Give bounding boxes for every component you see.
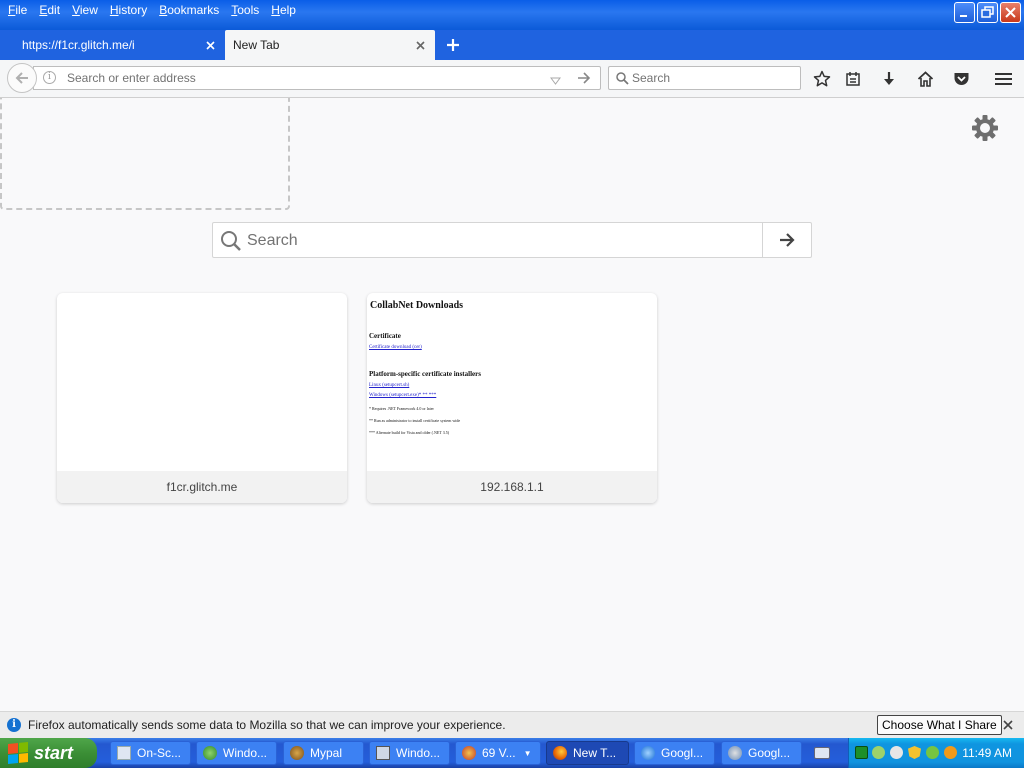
menu-help[interactable]: Help xyxy=(265,2,302,18)
taskbar-clock[interactable]: 11:49 AM xyxy=(962,746,1012,760)
menu-bookmarks[interactable]: Bookmarks xyxy=(153,2,225,18)
thumb-note: ** Run as administrator to install certi… xyxy=(369,418,461,423)
navigation-toolbar: i xyxy=(0,60,1024,98)
taskbar-item-onscreen-keyboard[interactable]: On-Sc... xyxy=(110,741,191,765)
search-icon xyxy=(616,72,629,88)
menu-view[interactable]: View xyxy=(66,2,104,18)
newtab-search-submit-button[interactable] xyxy=(762,223,811,257)
customize-gear-icon[interactable] xyxy=(970,113,1000,143)
taskbar-item-windows-2[interactable]: Windo... xyxy=(369,741,450,765)
restore-button[interactable] xyxy=(977,2,998,23)
tab-new-tab[interactable]: New Tab xyxy=(225,30,435,60)
tray-search-icon[interactable] xyxy=(944,746,957,759)
start-button[interactable]: start xyxy=(0,738,97,768)
choose-what-i-share-button[interactable]: Choose What I Share xyxy=(877,715,1002,735)
close-icon xyxy=(1005,7,1016,18)
home-icon[interactable] xyxy=(915,69,935,89)
minimize-button[interactable] xyxy=(954,2,975,23)
menu-edit[interactable]: Edit xyxy=(33,2,66,18)
tray-network-icon[interactable] xyxy=(872,746,885,759)
start-label: start xyxy=(34,742,74,763)
notification-message: Firefox automatically sends some data to… xyxy=(28,718,506,732)
thumb-note: * Requires .NET Framework 4.0 or later xyxy=(369,406,434,411)
notification-close-icon[interactable] xyxy=(1003,718,1013,733)
thumb-title: CollabNet Downloads xyxy=(370,300,464,311)
shield-icon[interactable] xyxy=(908,746,921,759)
tab-close-icon[interactable] xyxy=(413,38,427,52)
go-arrow-icon[interactable] xyxy=(577,71,591,88)
info-icon: i xyxy=(7,718,21,732)
system-tray: 11:49 AM xyxy=(848,738,1024,768)
taskbar-item-firefox-newtab[interactable]: New T... xyxy=(546,741,629,765)
tab-label: New Tab xyxy=(233,38,280,52)
search-bar[interactable] xyxy=(608,66,801,90)
menu-file[interactable]: File xyxy=(2,2,33,18)
newtab-search-input[interactable] xyxy=(247,231,747,251)
minimize-icon xyxy=(960,15,967,17)
pocket-icon[interactable] xyxy=(951,69,971,89)
chevron-down-icon: ▼ xyxy=(523,748,532,758)
newtab-search-box[interactable] xyxy=(212,222,812,258)
taskbar-item-mypal[interactable]: Mypal xyxy=(283,741,364,765)
tile-caption: f1cr.glitch.me xyxy=(57,471,347,503)
firefox-icon xyxy=(553,746,567,760)
browser-icon xyxy=(728,746,742,760)
thumb-heading: Certificate xyxy=(369,332,401,340)
taskbar-item-windows-1[interactable]: Windo... xyxy=(196,741,277,765)
plus-icon xyxy=(447,39,459,51)
restore-icon xyxy=(981,6,994,18)
top-site-tile-router[interactable]: CollabNet Downloads Certificate Certific… xyxy=(367,293,657,503)
hamburger-menu-icon[interactable] xyxy=(993,69,1013,89)
top-site-tile-glitch[interactable]: f1cr.glitch.me xyxy=(57,293,347,503)
back-arrow-icon xyxy=(15,72,28,84)
tray-volume-icon[interactable] xyxy=(890,746,903,759)
window-titlebar: File Edit View History Bookmarks Tools H… xyxy=(0,0,1024,30)
history-dropdown-icon[interactable] xyxy=(550,74,561,88)
address-input[interactable] xyxy=(67,70,537,86)
thumb-link: Linux (setupcert.sh) xyxy=(369,383,410,388)
menu-bar: File Edit View History Bookmarks Tools H… xyxy=(2,2,302,18)
monitor-icon xyxy=(376,746,390,760)
thumb-note: *** Alternate build for Vista and older … xyxy=(369,430,450,435)
search-input[interactable] xyxy=(632,71,792,85)
download-icon[interactable] xyxy=(879,69,899,89)
taskbar-item-group-69[interactable]: 69 V... ▼ xyxy=(455,741,541,765)
thumb-heading: Platform-specific certificate installers xyxy=(369,370,481,378)
menu-history[interactable]: History xyxy=(104,2,153,18)
new-tab-button[interactable] xyxy=(444,36,462,54)
tray-update-icon[interactable] xyxy=(926,746,939,759)
tab-close-icon[interactable] xyxy=(203,38,217,52)
arrow-right-icon xyxy=(780,233,795,247)
close-window-button[interactable] xyxy=(1000,2,1021,23)
mypal-icon xyxy=(290,746,304,760)
reading-list-icon[interactable] xyxy=(843,69,863,89)
tile-thumbnail: CollabNet Downloads Certificate Certific… xyxy=(369,293,655,469)
thumb-link: Windows (setupcert.exe)* ** *** xyxy=(369,393,437,398)
windows-taskbar: start On-Sc... Windo... Mypal Windo... 6… xyxy=(0,738,1024,768)
tray-app-icon[interactable] xyxy=(855,746,868,759)
app-group-icon xyxy=(462,746,476,760)
site-info-icon[interactable]: i xyxy=(43,71,56,84)
taskbar-item-google-2[interactable]: Googl... xyxy=(721,741,802,765)
window-controls xyxy=(954,2,1021,23)
data-notification-bar: i Firefox automatically sends some data … xyxy=(0,711,1024,738)
menu-tools[interactable]: Tools xyxy=(225,2,265,18)
keyboard-tray-icon[interactable] xyxy=(814,747,830,759)
tab-glitch[interactable]: https://f1cr.glitch.me/i xyxy=(0,30,225,60)
keyboard-icon xyxy=(117,746,131,760)
app-icon xyxy=(203,746,217,760)
thumb-link: Certificate download (cer) xyxy=(369,345,422,350)
tab-label: https://f1cr.glitch.me/i xyxy=(22,38,135,52)
back-button[interactable] xyxy=(7,63,37,93)
bookmark-star-icon[interactable] xyxy=(812,69,832,89)
ie-icon xyxy=(641,746,655,760)
url-bar[interactable]: i xyxy=(33,66,601,90)
tile-caption: 192.168.1.1 xyxy=(367,471,657,503)
taskbar-item-google-1[interactable]: Googl... xyxy=(634,741,715,765)
windows-logo-icon xyxy=(8,741,28,765)
search-icon xyxy=(220,230,242,255)
tab-strip: https://f1cr.glitch.me/i New Tab xyxy=(0,30,1024,60)
